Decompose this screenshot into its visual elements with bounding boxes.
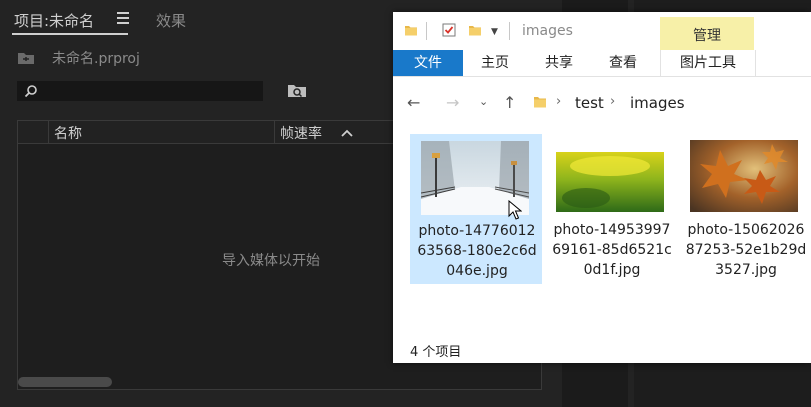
panel-menu-icon[interactable] (117, 12, 129, 24)
search-input[interactable] (17, 81, 263, 101)
column-divider[interactable] (274, 121, 275, 143)
contextual-tab-group-label: 管理 (693, 28, 721, 44)
image-thumbnail (690, 140, 798, 212)
tab-file[interactable]: 文件 (393, 50, 463, 76)
file-explorer-window: ▼ images 管理 文件 主页 共享 查看 图片工具 ← → ⌄ ↑ › t… (393, 12, 811, 363)
customize-quick-access-icon[interactable]: ▼ (491, 27, 498, 37)
title-bar[interactable]: ▼ images 管理 (393, 12, 811, 51)
tab-project[interactable]: 项目:未命名 (14, 10, 94, 31)
file-grid: photo-1477601263568-180e2c6d046e.jpg pho… (393, 132, 811, 312)
toolbar-divider (509, 22, 510, 40)
recent-locations-chevron-icon[interactable]: ⌄ (479, 95, 488, 108)
contextual-tab-group: 管理 (660, 17, 754, 51)
toolbar-divider (426, 22, 427, 40)
folder-icon[interactable] (404, 23, 418, 37)
file-name: photo-1506202687253-52e1b29d3527.jpg (685, 222, 807, 278)
breadcrumb-chevron-icon[interactable]: › (556, 94, 561, 109)
empty-state-message: 导入媒体以开始 (222, 253, 320, 269)
image-thumbnail (556, 152, 664, 212)
folder-icon (534, 97, 546, 108)
status-bar-item-count: 4 个项目 (410, 345, 462, 360)
project-folder-icon (18, 53, 34, 64)
active-tab-indicator (12, 33, 128, 35)
window-title: images (522, 23, 573, 39)
tab-effects[interactable]: 效果 (156, 10, 186, 31)
project-filename: 未命名.prproj (52, 51, 140, 67)
column-divider (48, 121, 49, 143)
navigation-bar: ← → ⌄ ↑ › test › images (393, 78, 811, 128)
file-item[interactable]: photo-1506202687253-52e1b29d3527.jpg (680, 134, 811, 284)
file-name: photo-1477601263568-180e2c6d046e.jpg (417, 223, 537, 279)
tab-picture-tools[interactable]: 图片工具 (660, 50, 756, 76)
tab-home[interactable]: 主页 (463, 50, 527, 76)
file-item[interactable]: photo-1495399769161-85d6521c0d1f.jpg (546, 134, 678, 284)
tab-view[interactable]: 查看 (591, 50, 655, 76)
new-folder-icon[interactable] (468, 23, 482, 37)
new-bin-icon[interactable] (287, 82, 307, 98)
tab-share[interactable]: 共享 (527, 50, 591, 76)
breadcrumb-item-test[interactable]: test (575, 94, 604, 112)
column-frame-rate[interactable]: 帧速率 (280, 123, 322, 143)
search-icon (24, 85, 37, 98)
breadcrumb-item-images[interactable]: images (630, 94, 685, 112)
sort-ascending-icon[interactable] (341, 129, 353, 137)
properties-icon[interactable] (442, 23, 456, 37)
forward-arrow-icon[interactable]: → (446, 93, 459, 112)
ribbon-tabs: 文件 主页 共享 查看 图片工具 (393, 50, 811, 77)
file-item[interactable]: photo-1477601263568-180e2c6d046e.jpg (410, 134, 542, 284)
column-name[interactable]: 名称 (54, 123, 82, 143)
up-arrow-icon[interactable]: ↑ (503, 93, 516, 112)
horizontal-scrollbar[interactable] (18, 377, 112, 387)
mouse-cursor-icon (508, 200, 522, 220)
back-arrow-icon[interactable]: ← (407, 93, 420, 112)
breadcrumb-chevron-icon[interactable]: › (610, 94, 615, 109)
file-name: photo-1495399769161-85d6521c0d1f.jpg (552, 222, 672, 278)
